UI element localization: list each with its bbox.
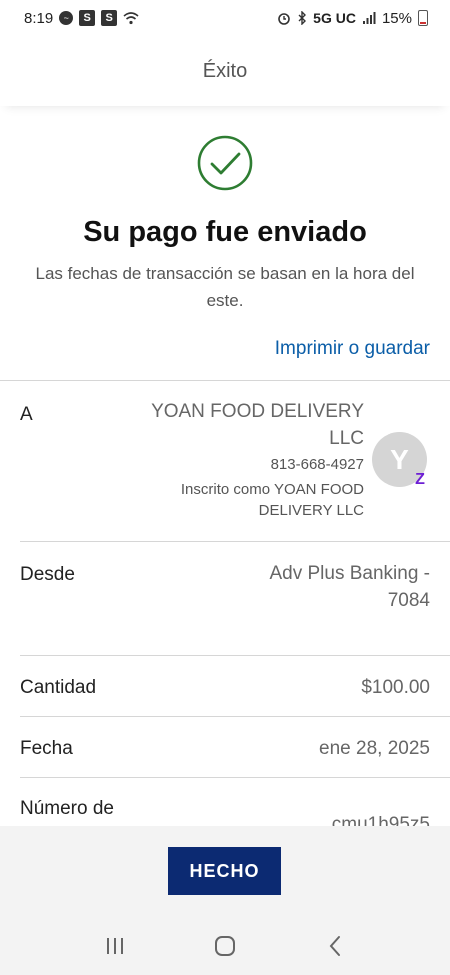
battery-icon xyxy=(418,10,428,26)
recipient-enrolled-as: Inscrito como YOAN FOOD DELIVERY LLC xyxy=(180,481,364,519)
clock: 8:19 xyxy=(24,9,54,27)
date-label: Fecha xyxy=(20,738,73,759)
back-icon[interactable] xyxy=(315,926,355,966)
recipient-info: YOAN FOOD DELIVERY LLC 813-668-4927 Insc… xyxy=(114,398,364,521)
timezone-note: Las fechas de transacción se basan en la… xyxy=(35,264,415,310)
divider xyxy=(20,541,450,542)
wifi-call-icon xyxy=(123,12,139,25)
recipient-phone: 813-668-4927 xyxy=(270,456,364,473)
recents-icon[interactable] xyxy=(95,926,135,966)
amount-value: $100.00 xyxy=(361,677,430,698)
reference-number-value: cmu1h95z5 xyxy=(331,814,430,826)
success-headline: Su pago fue enviado xyxy=(83,216,367,248)
from-label: Desde xyxy=(20,564,75,585)
battery-percent: 15% xyxy=(381,9,412,27)
app-header: Éxito xyxy=(0,36,450,106)
recipient-label: A xyxy=(20,404,33,425)
recipient-name: YOAN FOOD DELIVERY LLC xyxy=(151,401,364,449)
network-type: 5G UC xyxy=(313,10,356,26)
amount-label: Cantidad xyxy=(20,677,97,698)
s-app-icon: S xyxy=(101,10,118,26)
signal-icon xyxy=(362,12,376,24)
date-value: ene 28, 2025 xyxy=(319,738,430,759)
system-nav-bar xyxy=(0,916,450,975)
messenger-icon: ~ xyxy=(59,11,74,25)
confirmation-content[interactable]: Su pago fue enviado Las fechas de transa… xyxy=(0,106,450,826)
print-or-save-link[interactable]: Imprimir o guardar xyxy=(275,338,430,360)
success-check-icon xyxy=(197,135,253,191)
s-app-icon: S xyxy=(79,10,96,26)
bluetooth-icon xyxy=(298,11,307,25)
done-button[interactable]: HECHO xyxy=(168,847,281,895)
status-right: 5G UC 15% xyxy=(277,10,428,27)
reference-number-label: Número de xyxy=(20,798,114,819)
divider xyxy=(20,716,450,717)
divider xyxy=(20,655,450,656)
divider xyxy=(20,777,450,778)
alarm-icon xyxy=(278,13,290,25)
status-left: 8:19 ~ S S xyxy=(24,10,139,27)
from-account: Adv Plus Banking - 7084 xyxy=(269,563,430,611)
page-title: Éxito xyxy=(202,59,248,82)
status-bar: 8:19 ~ S S 5G UC 15% xyxy=(0,0,450,36)
footer-bar: HECHO xyxy=(0,826,450,916)
zelle-icon: Z xyxy=(415,471,425,488)
home-icon[interactable] xyxy=(205,926,245,966)
divider xyxy=(0,380,450,381)
